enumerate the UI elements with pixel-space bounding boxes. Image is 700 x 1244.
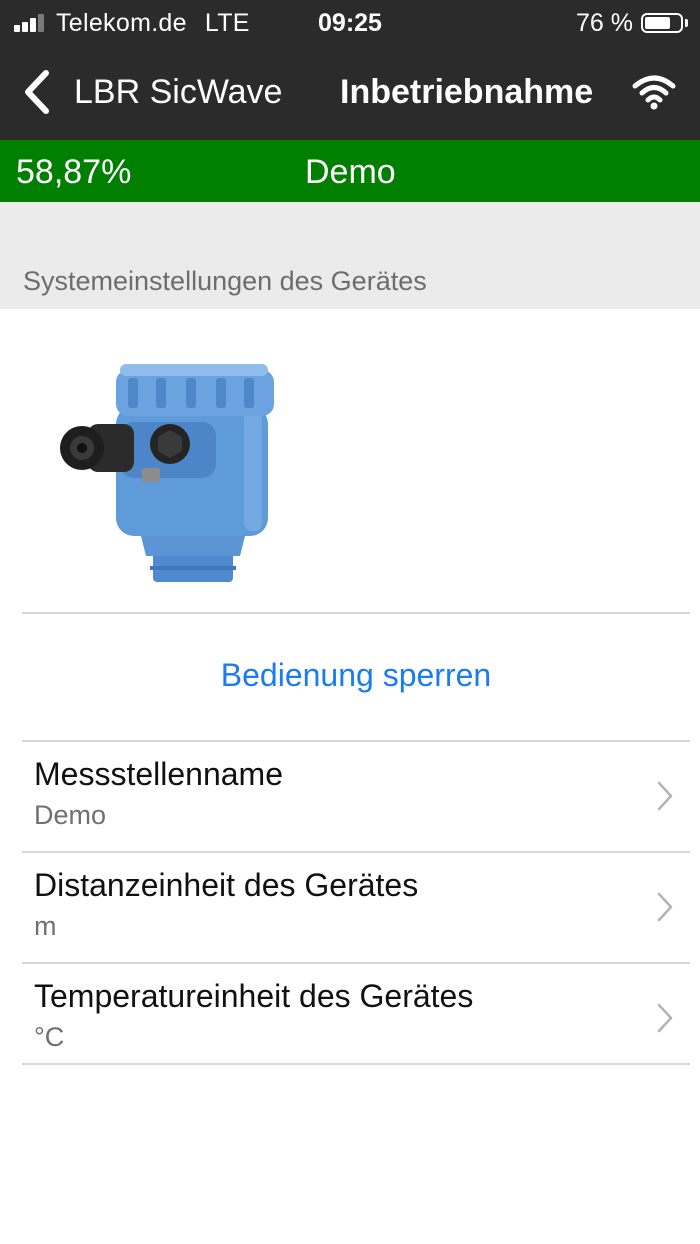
chevron-right-icon bbox=[657, 781, 673, 811]
setting-label: Messstellenname bbox=[34, 756, 283, 792]
progress-percent: 58,87% bbox=[16, 153, 132, 191]
radar-level-sensor-image bbox=[60, 364, 274, 582]
chevron-right-icon bbox=[657, 892, 673, 922]
progress-bar: 58,87% Demo bbox=[0, 140, 700, 202]
battery-level-fill bbox=[645, 17, 670, 29]
setting-row-measuring-point-name[interactable]: Messstellenname Demo bbox=[22, 742, 690, 852]
chevron-left-icon bbox=[25, 70, 49, 114]
setting-value: m bbox=[34, 911, 57, 941]
back-button-label: LBR SicWave bbox=[74, 72, 283, 111]
lock-operation-button[interactable]: Bedienung sperren bbox=[22, 632, 690, 720]
setting-row-temperature-unit[interactable]: Temperatureinheit des Gerätes °C bbox=[22, 964, 690, 1074]
progress-label: Demo bbox=[305, 153, 396, 191]
setting-label: Distanzeinheit des Gerätes bbox=[34, 867, 419, 903]
section-header: Systemeinstellungen des Gerätes bbox=[0, 202, 700, 309]
setting-value: °C bbox=[34, 1022, 65, 1052]
chevron-right-icon bbox=[657, 1003, 673, 1033]
battery-icon bbox=[641, 13, 683, 33]
status-bar: Telekom.de LTE 09:25 76 % bbox=[0, 0, 700, 48]
battery-percent: 76 % bbox=[576, 8, 633, 37]
status-right: 76 % bbox=[576, 8, 688, 38]
divider bbox=[22, 612, 690, 614]
navigation-bar: LBR SicWave Inbetriebnahme bbox=[0, 48, 700, 140]
page-title: Inbetriebnahme bbox=[340, 73, 594, 111]
wifi-icon[interactable] bbox=[632, 74, 676, 110]
section-header-title: Systemeinstellungen des Gerätes bbox=[23, 266, 427, 296]
battery-tip bbox=[685, 19, 688, 27]
setting-value: Demo bbox=[34, 800, 107, 830]
setting-label: Temperatureinheit des Gerätes bbox=[34, 978, 474, 1014]
back-button[interactable]: LBR SicWave bbox=[22, 62, 282, 122]
screen: Telekom.de LTE 09:25 76 % LBR SicWave In… bbox=[0, 0, 700, 1244]
setting-row-distance-unit[interactable]: Distanzeinheit des Gerätes m bbox=[22, 853, 690, 963]
divider bbox=[22, 1063, 690, 1065]
